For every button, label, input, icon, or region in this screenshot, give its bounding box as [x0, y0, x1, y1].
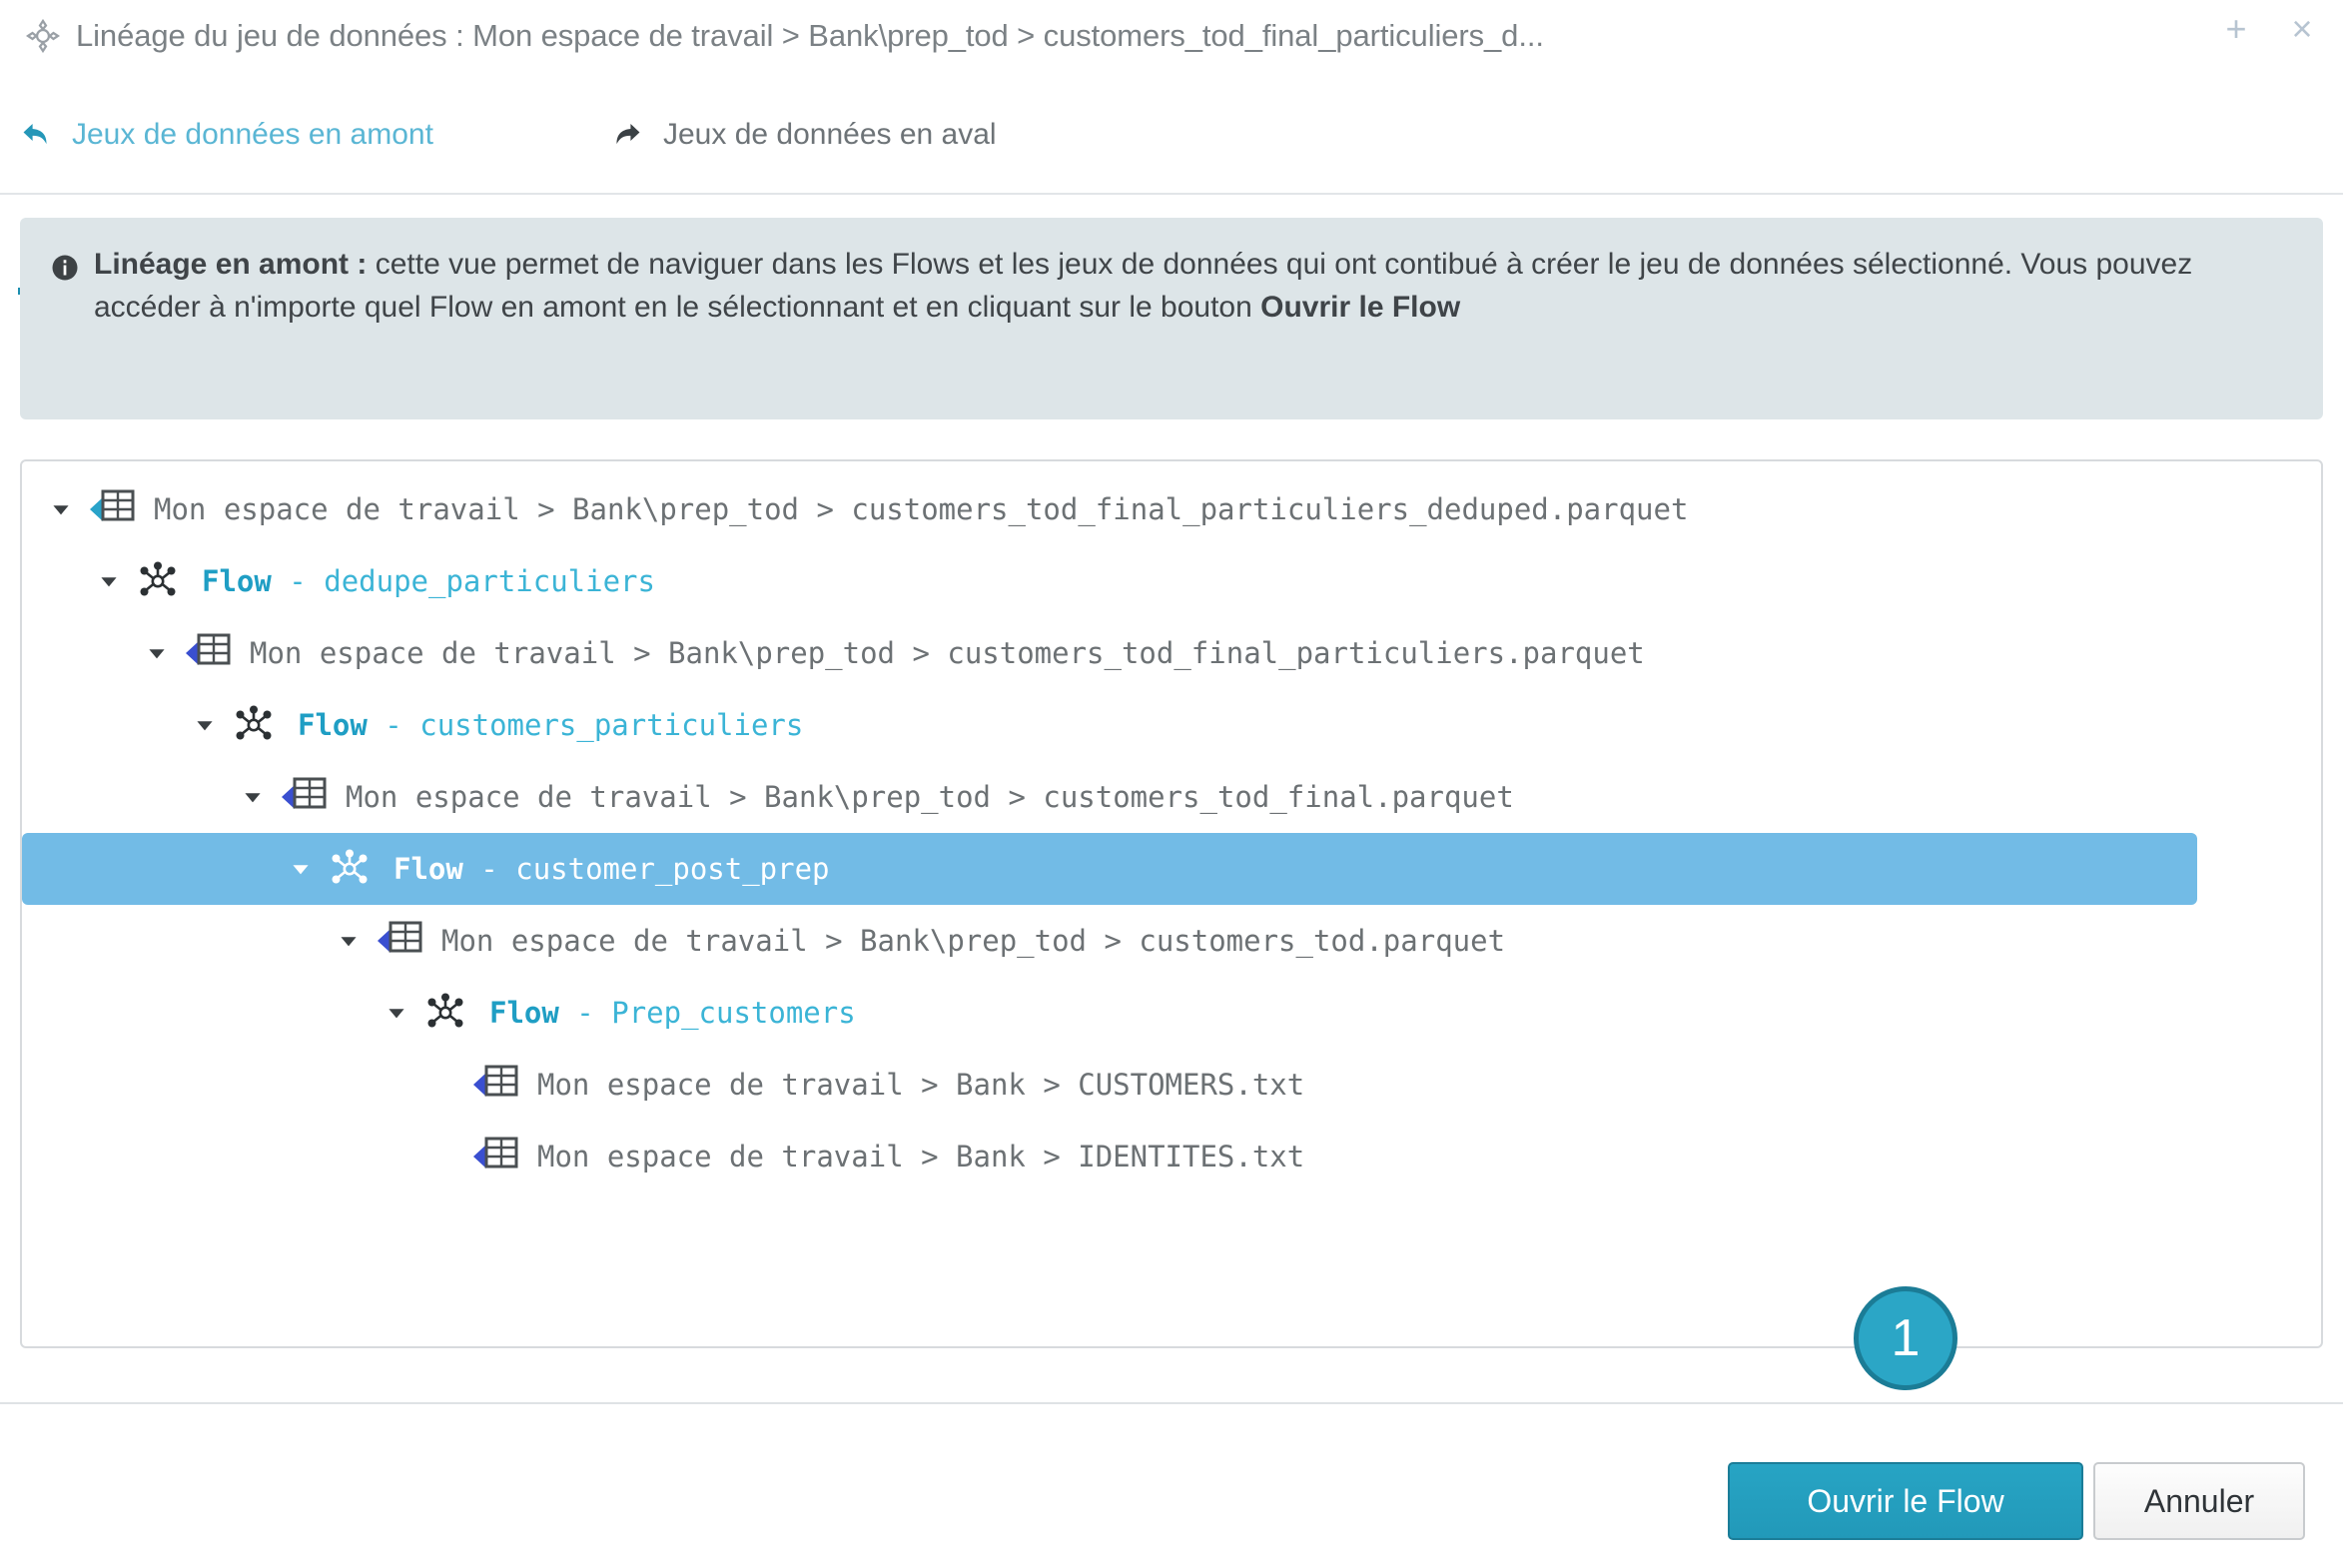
- tree-row-flow-label: Flow - customers_particuliers: [298, 708, 803, 742]
- dataset-table-cyan-arrow-icon: [88, 485, 142, 533]
- info-banner-emphasis: Ouvrir le Flow: [1260, 290, 1461, 324]
- tree-row-dataset-label: Mon espace de travail > Bank > IDENTITES…: [537, 1140, 1305, 1174]
- lineage-tree: Mon espace de travail > Bank\prep_tod > …: [22, 461, 2321, 1192]
- flow-name: customers_particuliers: [419, 708, 804, 742]
- chevron-down-icon[interactable]: [332, 924, 366, 958]
- tree-row-flow-label: Flow - customer_post_prep: [393, 852, 830, 886]
- tab-upstream-datasets[interactable]: Jeux de données en amont: [18, 110, 433, 195]
- arrow-back-icon: [18, 118, 54, 152]
- tree-row-dataset[interactable]: Mon espace de travail > Bank\prep_tod > …: [22, 617, 2321, 689]
- tree-row-dataset[interactable]: Mon espace de travail > Bank > CUSTOMERS…: [22, 1049, 2321, 1121]
- step-badge-value: 1: [1891, 1309, 1921, 1367]
- tree-row-flow[interactable]: Flow - customer_post_prep: [22, 833, 2197, 905]
- chevron-down-icon[interactable]: [380, 996, 413, 1030]
- info-icon: [50, 253, 80, 283]
- add-icon[interactable]: +: [2217, 10, 2255, 48]
- flow-keyword: Flow: [393, 852, 463, 886]
- info-banner-lead: Linéage en amont :: [94, 248, 368, 281]
- chevron-down-icon[interactable]: [236, 780, 270, 814]
- tree-row-flow[interactable]: Flow - Prep_customers: [22, 977, 2321, 1049]
- close-icon[interactable]: ×: [2283, 10, 2321, 48]
- window-controls: + ×: [2217, 10, 2321, 48]
- tab-downstream-label: Jeux de données en aval: [663, 118, 997, 151]
- tree-row-dataset-label: Mon espace de travail > Bank\prep_tod > …: [441, 924, 1506, 958]
- open-flow-button[interactable]: Ouvrir le Flow: [1728, 1462, 2083, 1540]
- dataset-table-blue-arrow-icon: [471, 1133, 525, 1180]
- tree-row-dataset[interactable]: Mon espace de travail > Bank\prep_tod > …: [22, 761, 2321, 833]
- flow-graph-icon: [136, 557, 190, 605]
- chevron-down-icon[interactable]: [140, 636, 174, 670]
- cancel-button[interactable]: Annuler: [2093, 1462, 2305, 1540]
- tree-row-dataset[interactable]: Mon espace de travail > Bank\prep_tod > …: [22, 905, 2321, 977]
- lineage-target-icon: [26, 19, 60, 53]
- dataset-table-blue-arrow-icon: [376, 917, 429, 965]
- lineage-tree-panel: Mon espace de travail > Bank\prep_tod > …: [20, 459, 2323, 1348]
- chevron-down-icon[interactable]: [92, 564, 126, 598]
- dataset-table-blue-arrow-icon: [280, 773, 334, 821]
- tab-downstream-datasets[interactable]: Jeux de données en aval: [609, 110, 997, 195]
- window-titlebar: Linéage du jeu de données : Mon espace d…: [0, 0, 2343, 72]
- tree-row-dataset[interactable]: Mon espace de travail > Bank > IDENTITES…: [22, 1121, 2321, 1192]
- info-banner-body: cette vue permet de naviguer dans les Fl…: [94, 248, 2193, 324]
- tree-row-flow[interactable]: Flow - dedupe_particuliers: [22, 545, 2321, 617]
- chevron-down-icon[interactable]: [188, 708, 222, 742]
- chevron-down-icon[interactable]: [44, 492, 78, 526]
- flow-separator: -: [462, 852, 516, 886]
- flow-name: dedupe_particuliers: [324, 564, 655, 598]
- tab-upstream-label: Jeux de données en amont: [72, 118, 433, 151]
- dataset-table-blue-arrow-icon: [471, 1061, 525, 1109]
- step-badge-1: 1: [1854, 1286, 1957, 1390]
- tree-row-dataset[interactable]: Mon espace de travail > Bank\prep_tod > …: [22, 473, 2321, 545]
- tree-row-dataset-label: Mon espace de travail > Bank\prep_tod > …: [346, 780, 1514, 814]
- flow-keyword: Flow: [489, 996, 559, 1030]
- flow-name: customer_post_prep: [515, 852, 830, 886]
- flow-graph-icon: [232, 701, 286, 749]
- info-banner-text: Linéage en amont : cette vue permet de n…: [94, 244, 2289, 330]
- tree-row-flow[interactable]: Flow - customers_particuliers: [22, 689, 2321, 761]
- flow-keyword: Flow: [298, 708, 368, 742]
- tree-row-dataset-label: Mon espace de travail > Bank > CUSTOMERS…: [537, 1068, 1305, 1102]
- chevron-down-icon[interactable]: [284, 852, 318, 886]
- lineage-tabs: Jeux de données en amont Jeux de données…: [0, 110, 2343, 295]
- flow-separator: -: [367, 708, 420, 742]
- flow-separator: -: [271, 564, 325, 598]
- flow-name: Prep_customers: [611, 996, 856, 1030]
- window-title: Linéage du jeu de données : Mon espace d…: [76, 18, 1544, 53]
- flow-keyword: Flow: [202, 564, 272, 598]
- tree-row-flow-label: Flow - Prep_customers: [489, 996, 856, 1030]
- dialog-footer: Ouvrir le Flow Annuler: [0, 1402, 2343, 1568]
- info-banner: Linéage en amont : cette vue permet de n…: [20, 218, 2323, 419]
- flow-separator: -: [558, 996, 612, 1030]
- tree-row-dataset-label: Mon espace de travail > Bank\prep_tod > …: [250, 636, 1645, 670]
- tree-row-dataset-label: Mon espace de travail > Bank\prep_tod > …: [154, 492, 1689, 526]
- flow-graph-icon: [423, 989, 477, 1037]
- tree-row-flow-label: Flow - dedupe_particuliers: [202, 564, 655, 598]
- arrow-forward-icon: [609, 118, 645, 152]
- dataset-table-blue-arrow-icon: [184, 629, 238, 677]
- flow-graph-icon: [328, 845, 382, 893]
